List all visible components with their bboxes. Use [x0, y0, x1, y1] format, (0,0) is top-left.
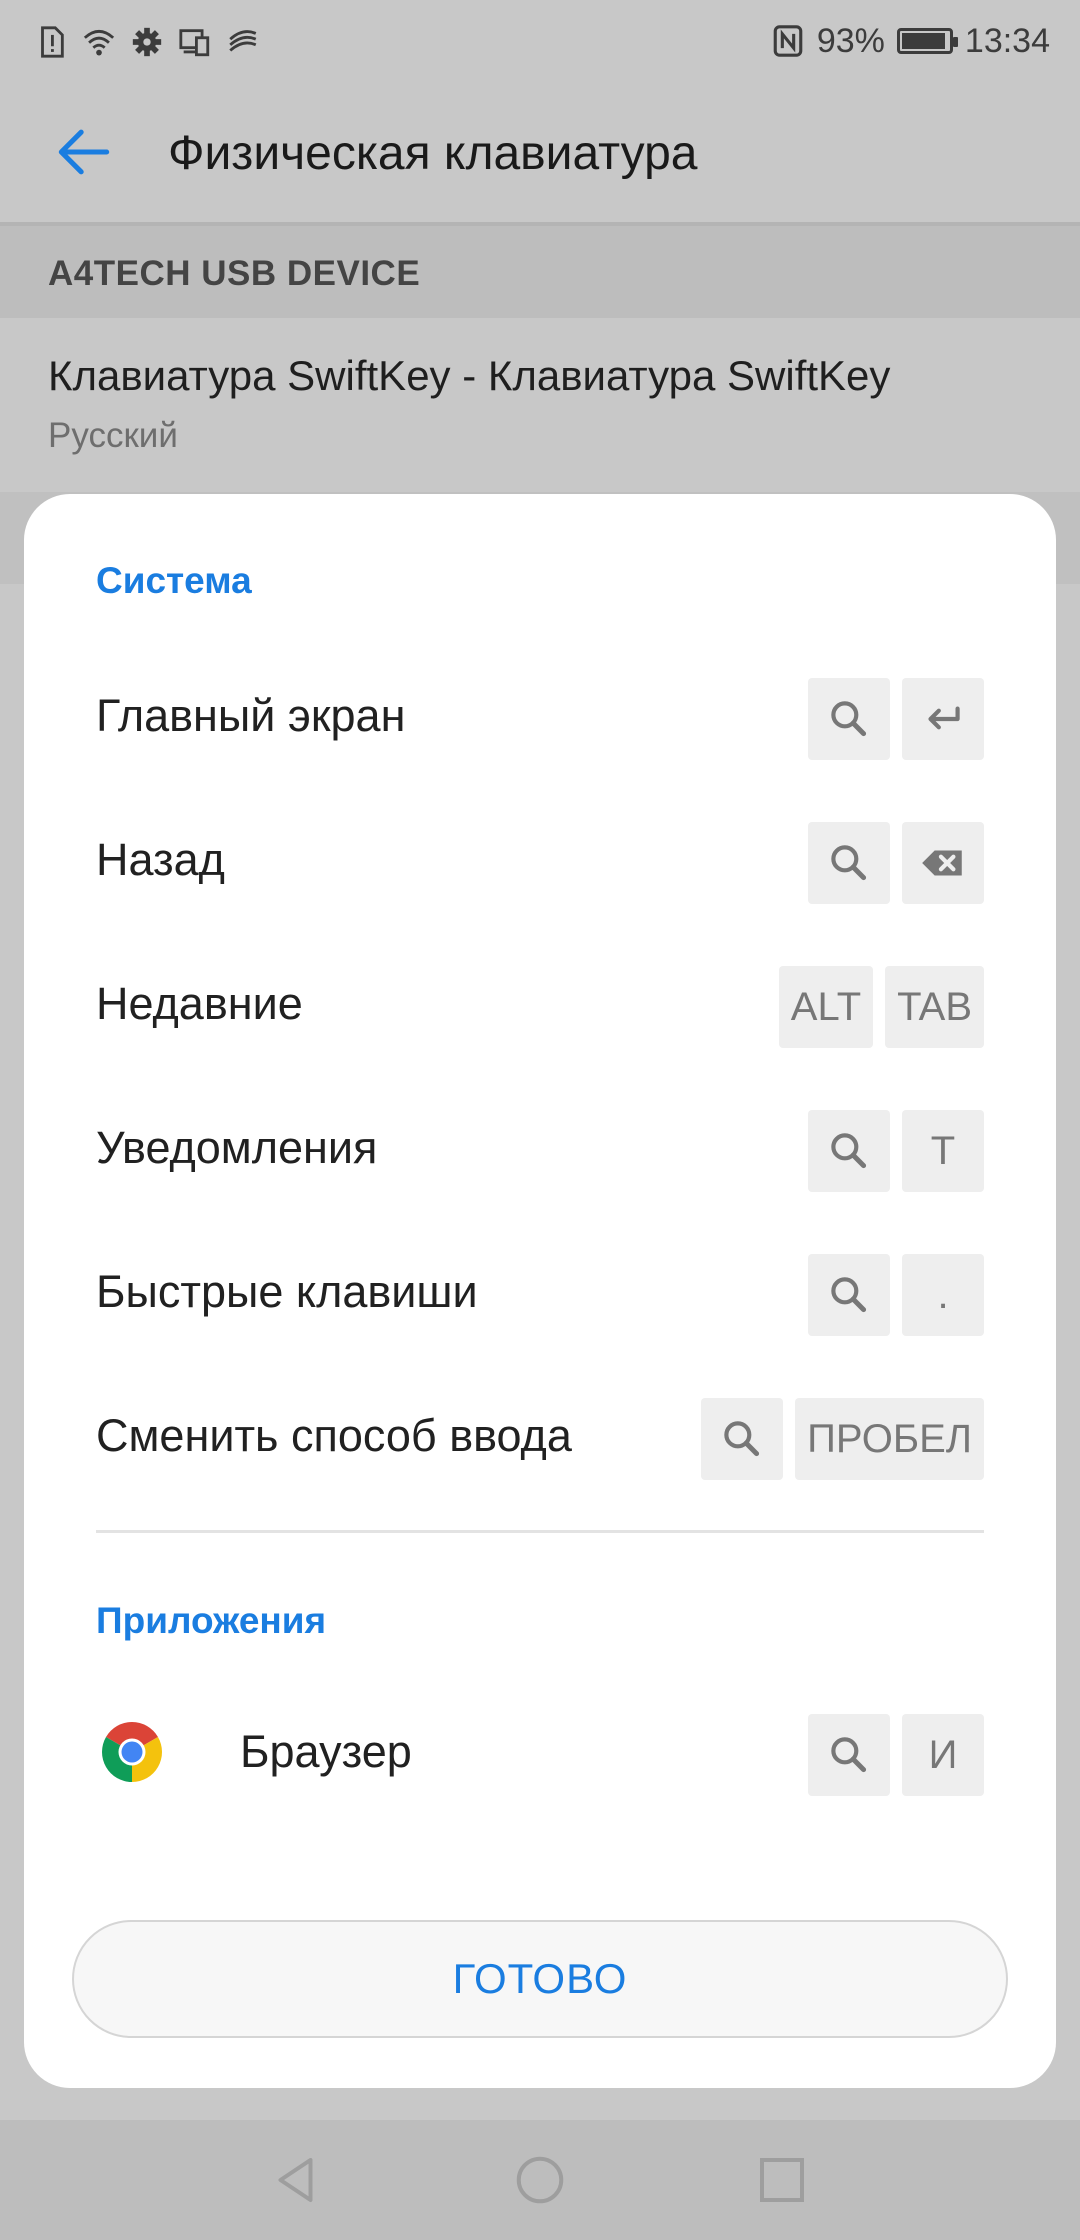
keyboard-title: Клавиатура SwiftKey - Клавиатура SwiftKe… — [48, 352, 891, 399]
key-search — [808, 1110, 890, 1192]
page-title: Физическая клавиатура — [168, 127, 698, 180]
nav-home-icon[interactable] — [510, 2150, 570, 2210]
key-search — [808, 1254, 890, 1336]
shortcut-keys: ПРОБЕЛ — [701, 1398, 984, 1480]
search-icon — [724, 1421, 760, 1457]
search-icon — [831, 701, 867, 737]
alert-card-icon — [41, 26, 64, 58]
key-search — [701, 1398, 784, 1480]
device-section-header: A4TECH USB DEVICE — [0, 226, 1080, 318]
arrow-left-icon[interactable] — [50, 118, 118, 186]
key-period: . — [902, 1254, 984, 1336]
apps-group-header: Приложения — [96, 1600, 327, 1641]
key-backspace — [902, 822, 984, 904]
device-name: A4TECH USB DEVICE — [48, 254, 421, 293]
shortcut-row-browser: Браузер И — [24, 1702, 1056, 1802]
keyboard-list-item[interactable]: Клавиатура SwiftKey - Клавиатура SwiftKe… — [0, 318, 1080, 492]
shortcut-label: Сменить способ ввода — [96, 1410, 572, 1461]
shortcut-label: Недавние — [96, 978, 303, 1029]
key-t: T — [902, 1110, 984, 1192]
app-label: Браузер — [240, 1726, 412, 1777]
key-enter — [902, 678, 984, 760]
shortcut-keys — [808, 822, 984, 904]
keyboard-language: Русский — [48, 416, 178, 455]
shortcut-keys: И — [808, 1714, 984, 1796]
shortcut-row-back: Назад — [24, 810, 1056, 910]
enter-icon — [928, 706, 960, 730]
search-icon — [831, 1133, 867, 1169]
key-space: ПРОБЕЛ — [795, 1398, 984, 1480]
status-bar: 93% 13:34 — [0, 0, 1080, 82]
backspace-icon — [922, 850, 962, 876]
shortcut-keys: T — [808, 1110, 984, 1192]
shortcut-row-input-method: Сменить способ ввода ПРОБЕЛ — [24, 1386, 1056, 1486]
system-group-header: Система — [96, 560, 252, 601]
shortcut-label: Уведомления — [96, 1122, 378, 1173]
gear-icon — [132, 27, 162, 57]
clock: 13:34 — [964, 21, 1050, 60]
key-search — [808, 1714, 890, 1796]
app-bar: Физическая клавиатура — [0, 82, 1080, 226]
devices-icon — [179, 29, 210, 57]
nav-recents-icon[interactable] — [752, 2150, 812, 2210]
divider — [96, 1530, 984, 1533]
key-alt: ALT — [778, 966, 874, 1048]
navigation-bar — [0, 2120, 1080, 2240]
done-button[interactable]: ГОТОВО — [72, 1920, 1008, 2038]
search-icon — [831, 845, 867, 881]
shortcuts-dialog: Система Главный экран Назад Недавние ALT — [24, 494, 1056, 2088]
battery-percent: 93% — [816, 21, 885, 60]
status-icons-right: 93% 13:34 — [771, 16, 1050, 66]
search-icon — [831, 1737, 867, 1773]
shortcut-row-quick-keys: Быстрые клавиши . — [24, 1242, 1056, 1342]
shortcut-keys: ALT TAB — [778, 966, 984, 1048]
shortcut-row-recents: Недавние ALT TAB — [24, 954, 1056, 1054]
key-i: И — [902, 1714, 984, 1796]
wifi-icon — [83, 29, 115, 56]
shortcut-keys: . — [808, 1254, 984, 1336]
shortcut-keys — [808, 678, 984, 760]
key-search — [808, 678, 890, 760]
battery-fill — [901, 33, 945, 49]
shortcut-label: Главный экран — [96, 690, 406, 741]
shortcut-label: Быстрые клавиши — [96, 1266, 478, 1317]
nav-back-icon[interactable] — [268, 2150, 328, 2210]
shortcut-label: Назад — [96, 834, 225, 885]
status-icons-left — [34, 22, 260, 62]
shortcut-row-notifications: Уведомления T — [24, 1098, 1056, 1198]
key-search — [808, 822, 890, 904]
key-tab: TAB — [885, 966, 984, 1048]
swiftkey-icon — [229, 30, 257, 52]
battery-icon — [896, 28, 958, 54]
nfc-icon — [773, 25, 803, 57]
search-icon — [831, 1277, 867, 1313]
shortcut-row-home: Главный экран — [24, 666, 1056, 766]
